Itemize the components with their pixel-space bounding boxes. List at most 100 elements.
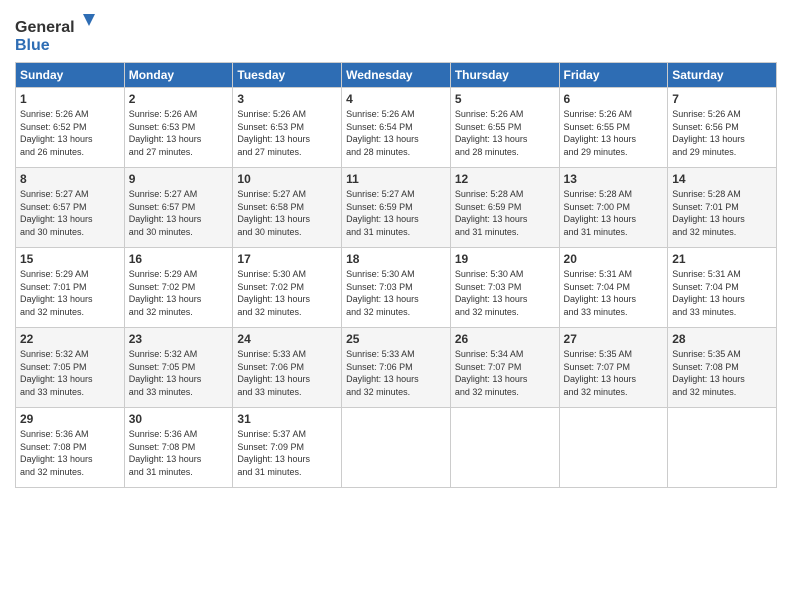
calendar-cell: 11 Sunrise: 5:27 AM Sunset: 6:59 PM Dayli… [342, 168, 451, 248]
day-content: Sunrise: 5:26 AM Sunset: 6:55 PM Dayligh… [455, 108, 555, 158]
calendar-cell: 4 Sunrise: 5:26 AM Sunset: 6:54 PM Daylig… [342, 88, 451, 168]
day-number: 25 [346, 332, 446, 346]
day-number: 20 [564, 252, 664, 266]
day-number: 10 [237, 172, 337, 186]
day-content: Sunrise: 5:27 AM Sunset: 6:57 PM Dayligh… [129, 188, 229, 238]
calendar-cell: 30 Sunrise: 5:36 AM Sunset: 7:08 PM Dayli… [124, 408, 233, 488]
header-day-saturday: Saturday [668, 63, 777, 88]
calendar-cell: 9 Sunrise: 5:27 AM Sunset: 6:57 PM Daylig… [124, 168, 233, 248]
day-number: 18 [346, 252, 446, 266]
header-area: GeneralBlue [15, 10, 777, 54]
header-row: SundayMondayTuesdayWednesdayThursdayFrid… [16, 63, 777, 88]
day-content: Sunrise: 5:37 AM Sunset: 7:09 PM Dayligh… [237, 428, 337, 478]
day-content: Sunrise: 5:29 AM Sunset: 7:02 PM Dayligh… [129, 268, 229, 318]
svg-text:General: General [15, 19, 75, 36]
day-content: Sunrise: 5:31 AM Sunset: 7:04 PM Dayligh… [564, 268, 664, 318]
day-number: 31 [237, 412, 337, 426]
calendar-cell [342, 408, 451, 488]
calendar-cell: 31 Sunrise: 5:37 AM Sunset: 7:09 PM Dayli… [233, 408, 342, 488]
calendar-cell: 21 Sunrise: 5:31 AM Sunset: 7:04 PM Dayli… [668, 248, 777, 328]
calendar-cell: 22 Sunrise: 5:32 AM Sunset: 7:05 PM Dayli… [16, 328, 125, 408]
day-content: Sunrise: 5:26 AM Sunset: 6:53 PM Dayligh… [129, 108, 229, 158]
day-content: Sunrise: 5:27 AM Sunset: 6:57 PM Dayligh… [20, 188, 120, 238]
day-content: Sunrise: 5:26 AM Sunset: 6:52 PM Dayligh… [20, 108, 120, 158]
day-content: Sunrise: 5:34 AM Sunset: 7:07 PM Dayligh… [455, 348, 555, 398]
day-content: Sunrise: 5:27 AM Sunset: 6:58 PM Dayligh… [237, 188, 337, 238]
day-number: 26 [455, 332, 555, 346]
day-number: 11 [346, 172, 446, 186]
calendar-cell: 17 Sunrise: 5:30 AM Sunset: 7:02 PM Dayli… [233, 248, 342, 328]
day-content: Sunrise: 5:36 AM Sunset: 7:08 PM Dayligh… [129, 428, 229, 478]
calendar-cell: 28Sunrise: 5:35 AM Sunset: 7:08 PM Dayli… [668, 328, 777, 408]
day-content: Sunrise: 5:28 AM Sunset: 6:59 PM Dayligh… [455, 188, 555, 238]
day-number: 19 [455, 252, 555, 266]
day-content: Sunrise: 5:33 AM Sunset: 7:06 PM Dayligh… [237, 348, 337, 398]
main-container: GeneralBlue SundayMondayTuesdayWednesday… [0, 0, 792, 498]
header-day-monday: Monday [124, 63, 233, 88]
day-number: 15 [20, 252, 120, 266]
calendar-cell: 16 Sunrise: 5:29 AM Sunset: 7:02 PM Dayli… [124, 248, 233, 328]
day-number: 14 [672, 172, 772, 186]
day-number: 2 [129, 92, 229, 106]
calendar-cell: 29 Sunrise: 5:36 AM Sunset: 7:08 PM Dayli… [16, 408, 125, 488]
day-content: Sunrise: 5:26 AM Sunset: 6:54 PM Dayligh… [346, 108, 446, 158]
day-content: Sunrise: 5:33 AM Sunset: 7:06 PM Dayligh… [346, 348, 446, 398]
calendar-cell: 1 Sunrise: 5:26 AM Sunset: 6:52 PM Daylig… [16, 88, 125, 168]
calendar-cell: 3Sunrise: 5:26 AM Sunset: 6:53 PM Daylig… [233, 88, 342, 168]
calendar-cell: 14Sunrise: 5:28 AM Sunset: 7:01 PM Dayli… [668, 168, 777, 248]
calendar-table: SundayMondayTuesdayWednesdayThursdayFrid… [15, 62, 777, 488]
day-number: 21 [672, 252, 772, 266]
logo: GeneralBlue [15, 14, 99, 54]
calendar-cell: 7 Sunrise: 5:26 AM Sunset: 6:56 PM Daylig… [668, 88, 777, 168]
day-content: Sunrise: 5:30 AM Sunset: 7:02 PM Dayligh… [237, 268, 337, 318]
calendar-cell: 26 Sunrise: 5:34 AM Sunset: 7:07 PM Dayli… [450, 328, 559, 408]
day-number: 6 [564, 92, 664, 106]
header-day-wednesday: Wednesday [342, 63, 451, 88]
week-row-5: 29 Sunrise: 5:36 AM Sunset: 7:08 PM Dayli… [16, 408, 777, 488]
calendar-cell: 23Sunrise: 5:32 AM Sunset: 7:05 PM Dayli… [124, 328, 233, 408]
day-number: 16 [129, 252, 229, 266]
day-number: 22 [20, 332, 120, 346]
logo-icon: GeneralBlue [15, 14, 95, 54]
day-content: Sunrise: 5:32 AM Sunset: 7:05 PM Dayligh… [20, 348, 120, 398]
day-content: Sunrise: 5:30 AM Sunset: 7:03 PM Dayligh… [346, 268, 446, 318]
week-row-4: 22 Sunrise: 5:32 AM Sunset: 7:05 PM Dayli… [16, 328, 777, 408]
calendar-cell: 2 Sunrise: 5:26 AM Sunset: 6:53 PM Daylig… [124, 88, 233, 168]
day-number: 27 [564, 332, 664, 346]
calendar-cell: 6Sunrise: 5:26 AM Sunset: 6:55 PM Daylig… [559, 88, 668, 168]
day-number: 12 [455, 172, 555, 186]
calendar-cell [668, 408, 777, 488]
day-number: 29 [20, 412, 120, 426]
day-number: 8 [20, 172, 120, 186]
day-number: 17 [237, 252, 337, 266]
calendar-cell: 27 Sunrise: 5:35 AM Sunset: 7:07 PM Dayli… [559, 328, 668, 408]
calendar-cell: 8 Sunrise: 5:27 AM Sunset: 6:57 PM Daylig… [16, 168, 125, 248]
calendar-cell: 12 Sunrise: 5:28 AM Sunset: 6:59 PM Dayli… [450, 168, 559, 248]
day-number: 4 [346, 92, 446, 106]
header-day-thursday: Thursday [450, 63, 559, 88]
day-number: 1 [20, 92, 120, 106]
week-row-1: 1 Sunrise: 5:26 AM Sunset: 6:52 PM Daylig… [16, 88, 777, 168]
day-number: 24 [237, 332, 337, 346]
header-day-sunday: Sunday [16, 63, 125, 88]
day-number: 7 [672, 92, 772, 106]
day-content: Sunrise: 5:30 AM Sunset: 7:03 PM Dayligh… [455, 268, 555, 318]
day-content: Sunrise: 5:26 AM Sunset: 6:56 PM Dayligh… [672, 108, 772, 158]
calendar-cell: 18 Sunrise: 5:30 AM Sunset: 7:03 PM Dayli… [342, 248, 451, 328]
day-content: Sunrise: 5:35 AM Sunset: 7:08 PM Dayligh… [672, 348, 772, 398]
day-content: Sunrise: 5:28 AM Sunset: 7:00 PM Dayligh… [564, 188, 664, 238]
day-content: Sunrise: 5:31 AM Sunset: 7:04 PM Dayligh… [672, 268, 772, 318]
calendar-cell [559, 408, 668, 488]
calendar-cell [450, 408, 559, 488]
calendar-cell: 13Sunrise: 5:28 AM Sunset: 7:00 PM Dayli… [559, 168, 668, 248]
day-number: 30 [129, 412, 229, 426]
day-content: Sunrise: 5:27 AM Sunset: 6:59 PM Dayligh… [346, 188, 446, 238]
calendar-cell: 15 Sunrise: 5:29 AM Sunset: 7:01 PM Dayli… [16, 248, 125, 328]
header-day-tuesday: Tuesday [233, 63, 342, 88]
day-content: Sunrise: 5:29 AM Sunset: 7:01 PM Dayligh… [20, 268, 120, 318]
day-content: Sunrise: 5:35 AM Sunset: 7:07 PM Dayligh… [564, 348, 664, 398]
day-number: 9 [129, 172, 229, 186]
calendar-cell: 24 Sunrise: 5:33 AM Sunset: 7:06 PM Dayli… [233, 328, 342, 408]
day-number: 23 [129, 332, 229, 346]
day-content: Sunrise: 5:36 AM Sunset: 7:08 PM Dayligh… [20, 428, 120, 478]
